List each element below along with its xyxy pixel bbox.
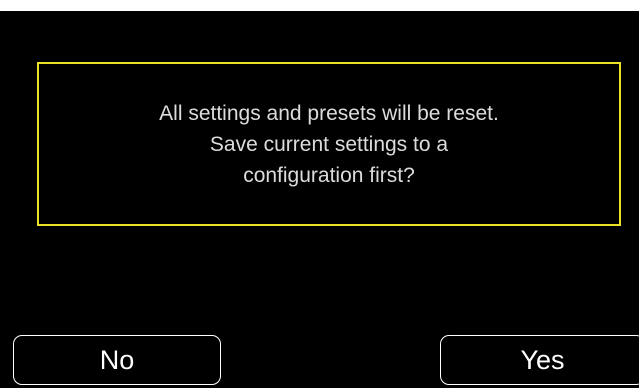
- yes-button[interactable]: Yes: [440, 335, 639, 385]
- message-line-1: All settings and presets will be reset.: [159, 101, 499, 125]
- no-button[interactable]: No: [13, 335, 221, 385]
- message-line-2: Save current settings to a: [209, 132, 449, 156]
- confirmation-message-box: All settings and presets will be reset. …: [37, 62, 621, 226]
- message-line-3: configuration first?: [243, 163, 415, 187]
- page: All settings and presets will be reset. …: [0, 0, 639, 388]
